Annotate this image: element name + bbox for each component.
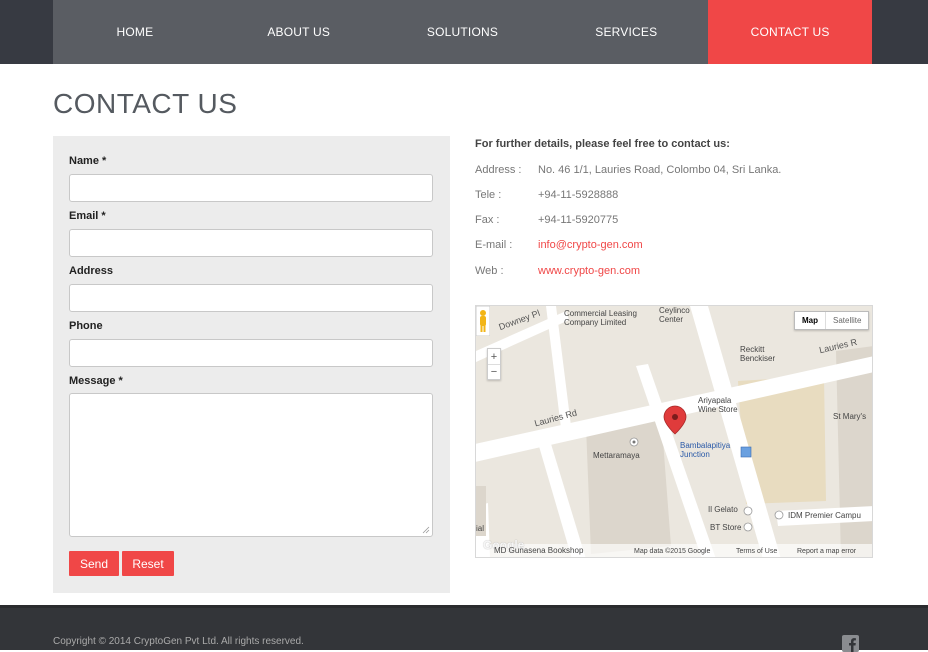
email-row: E-mail : info@crypto-gen.com bbox=[475, 239, 643, 251]
zoom-control: + − bbox=[487, 348, 501, 380]
map-label-gunasena: MD Gunasena Bookshop bbox=[494, 546, 584, 555]
resize-handle-icon[interactable] bbox=[422, 526, 430, 534]
email-field[interactable] bbox=[69, 229, 433, 257]
map-type-control: Map Satellite bbox=[794, 311, 870, 330]
tele-value: +94-11-5928888 bbox=[538, 189, 619, 201]
zoom-out-button[interactable]: − bbox=[488, 364, 500, 379]
phone-field[interactable] bbox=[69, 339, 433, 367]
address-label: Address bbox=[69, 265, 114, 277]
tele-row: Tele : +94-11-5928888 bbox=[475, 189, 618, 201]
nav-home[interactable]: HOME bbox=[53, 0, 217, 64]
map-label-reckitt: Reckitt Benckiser bbox=[740, 345, 776, 363]
page-title: CONTACT US bbox=[53, 88, 238, 119]
address-key: Address : bbox=[475, 164, 522, 176]
copyright-text: Copyright © 2014 CryptoGen Pvt Ltd. All … bbox=[53, 636, 304, 647]
email-link[interactable]: info@crypto-gen.com bbox=[538, 239, 643, 251]
map-label-ariyapala: Ariyapala Wine Store bbox=[698, 396, 738, 414]
location-map[interactable]: Map Satellite + − Downey Pl Commercial L… bbox=[475, 305, 873, 558]
reset-button[interactable]: Reset bbox=[122, 551, 174, 576]
map-label-bambalapitiya: Bambalapitiya Junction bbox=[680, 441, 731, 459]
map-terms-link[interactable]: Terms of Use bbox=[736, 548, 777, 555]
map-label-mettaramaya: Mettaramaya bbox=[593, 451, 640, 460]
satellite-view-button[interactable]: Satellite bbox=[825, 312, 868, 329]
nav-about-us[interactable]: ABOUT US bbox=[217, 0, 381, 64]
map-label-ilgelato: Il Gelato bbox=[708, 505, 738, 514]
address-field[interactable] bbox=[69, 284, 433, 312]
web-row: Web : www.crypto-gen.com bbox=[475, 265, 640, 277]
map-data-credit: Map data ©2015 Google bbox=[634, 548, 711, 555]
pegman-icon[interactable] bbox=[476, 306, 490, 336]
web-key: Web : bbox=[475, 265, 504, 277]
email-key: E-mail : bbox=[475, 239, 513, 251]
tele-key: Tele : bbox=[475, 189, 502, 201]
site-footer: Copyright © 2014 CryptoGen Pvt Ltd. All … bbox=[0, 605, 928, 652]
map-label-partial: ial bbox=[476, 524, 485, 533]
nav-services[interactable]: SERVICES bbox=[544, 0, 708, 64]
map-label-stmarys: St Mary's bbox=[833, 412, 867, 421]
map-label-btstore: BT Store bbox=[710, 523, 742, 532]
zoom-in-button[interactable]: + bbox=[488, 349, 500, 364]
phone-label: Phone bbox=[69, 320, 103, 332]
main-nav: HOME ABOUT US SOLUTIONS SERVICES CONTACT… bbox=[53, 0, 872, 64]
fax-row: Fax : +94-11-5920775 bbox=[475, 214, 618, 226]
contact-form: Name * Email * Address Phone Message * S… bbox=[53, 136, 450, 593]
map-label-ceylinco: Ceylinco Center bbox=[659, 306, 690, 324]
address-value: No. 46 1/1, Lauries Road, Colombo 04, Sr… bbox=[538, 164, 782, 176]
facebook-icon[interactable] bbox=[842, 635, 859, 652]
message-label: Message * bbox=[69, 375, 123, 387]
nav-solutions[interactable]: SOLUTIONS bbox=[381, 0, 545, 64]
nav-contact-us[interactable]: CONTACT US bbox=[708, 0, 872, 64]
web-link[interactable]: www.crypto-gen.com bbox=[538, 265, 640, 277]
map-canvas[interactable] bbox=[476, 306, 873, 558]
name-field[interactable] bbox=[69, 174, 433, 202]
message-field[interactable] bbox=[69, 393, 433, 537]
send-button[interactable]: Send bbox=[69, 551, 119, 576]
fax-value: +94-11-5920775 bbox=[538, 214, 619, 226]
contact-heading: For further details, please feel free to… bbox=[475, 138, 730, 150]
name-label: Name * bbox=[69, 155, 107, 167]
map-label-ccl: Commercial Leasing Company Limited bbox=[564, 309, 637, 327]
email-label: Email * bbox=[69, 210, 106, 222]
fax-key: Fax : bbox=[475, 214, 500, 226]
address-row: Address : No. 46 1/1, Lauries Road, Colom… bbox=[475, 164, 781, 176]
map-label-idm: IDM Premier Campu bbox=[788, 511, 861, 520]
map-view-button[interactable]: Map bbox=[795, 312, 825, 329]
map-report-link[interactable]: Report a map error bbox=[797, 548, 856, 555]
